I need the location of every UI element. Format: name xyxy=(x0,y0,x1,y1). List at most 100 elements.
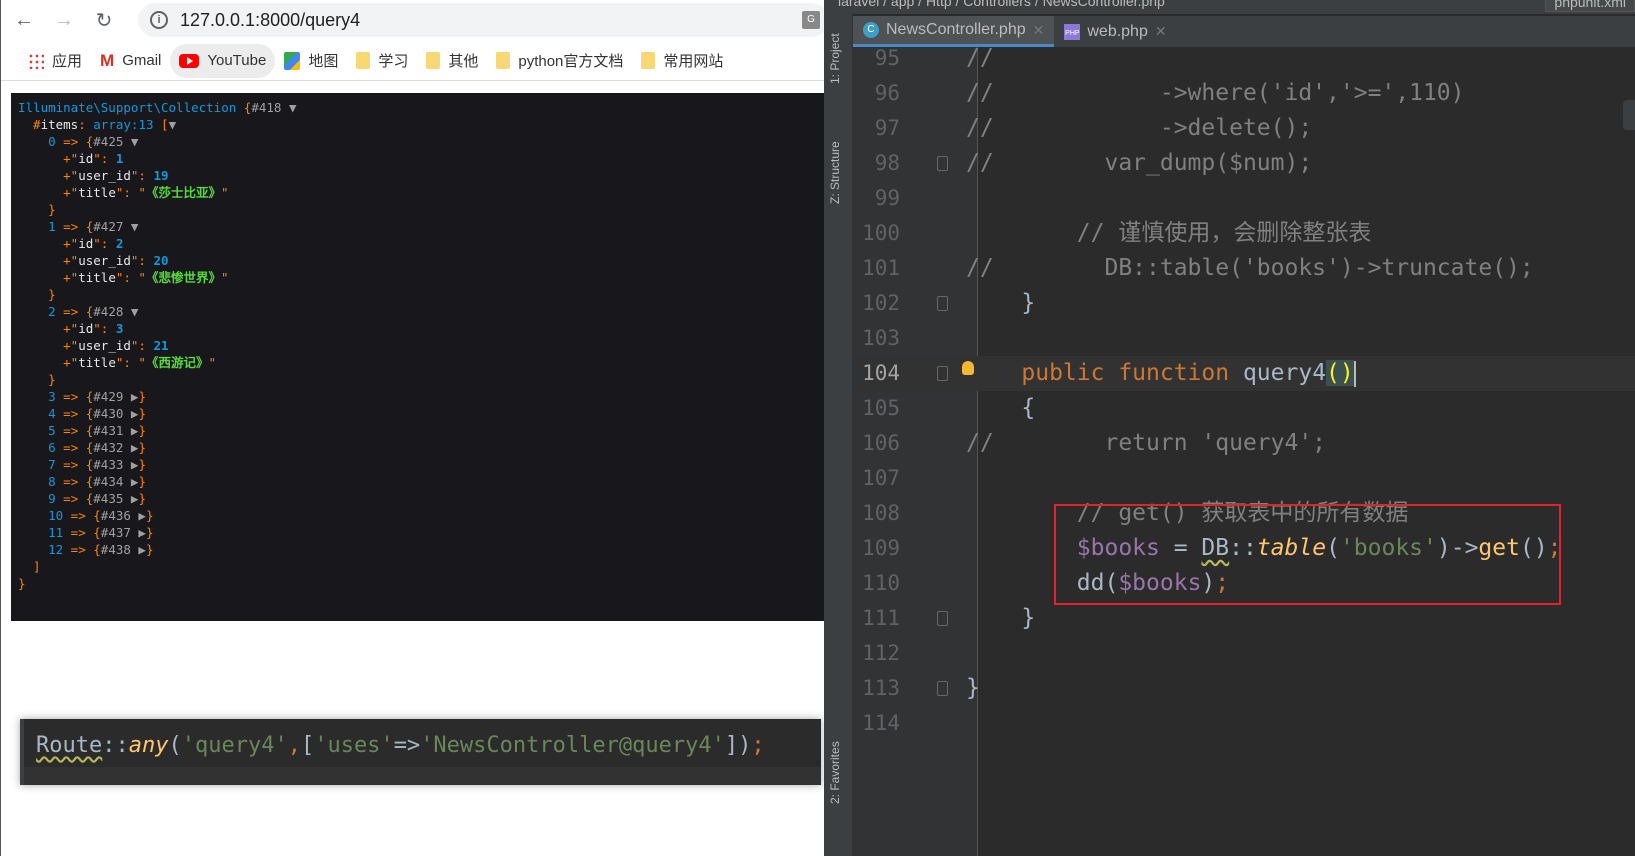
fold-marker-icon[interactable] xyxy=(937,366,948,381)
bookmark-应用[interactable]: 应用 xyxy=(19,44,91,78)
code-token: // DB::table('books')->truncate(); xyxy=(966,255,1534,281)
browser-window: ← → ↻ i 127.0.0.1:8000/query4 G 应用 M Gmail… xyxy=(0,0,828,856)
bookmark-python官方文档[interactable]: python官方文档 xyxy=(487,44,632,78)
favorites-tool-tab[interactable]: 2: Favorites xyxy=(828,741,842,804)
code-token: [ xyxy=(300,733,315,758)
code-token: } xyxy=(966,290,1036,316)
line-number: 106 xyxy=(862,431,900,455)
maps-icon xyxy=(284,51,301,70)
fold-marker-icon[interactable] xyxy=(937,611,948,626)
dump-item[interactable]: 1 => {#427 ▼ xyxy=(18,218,825,235)
bookmark-YouTube[interactable]: YouTube xyxy=(170,43,276,78)
code-token: => xyxy=(393,733,421,758)
project-tool-tab[interactable]: 1: Project xyxy=(828,33,842,84)
url-text[interactable]: 127.0.0.1:8000/query4 xyxy=(180,10,360,31)
folder-icon xyxy=(496,52,511,69)
code-line[interactable]: 111 } xyxy=(853,601,1635,636)
code-line[interactable]: 113} xyxy=(853,671,1635,706)
text-caret xyxy=(1353,360,1356,387)
dump-header[interactable]: Illuminate\Support\Collection {#418 ▼ xyxy=(18,99,825,116)
code-line[interactable]: 103 xyxy=(853,321,1635,356)
code-line[interactable]: 97 // ->delete(); xyxy=(853,111,1635,146)
bookmark-Gmail[interactable]: M Gmail xyxy=(91,44,170,78)
dump-item-collapsed[interactable]: 3 => {#429 ▶} xyxy=(18,388,825,405)
dump-item-collapsed[interactable]: 12 => {#438 ▶} xyxy=(18,541,825,558)
line-number: 97 xyxy=(874,116,900,140)
dump-item-collapsed[interactable]: 8 => {#434 ▶} xyxy=(18,473,825,490)
dump-field: +"id": 3 xyxy=(18,321,124,336)
code-token: 'uses' xyxy=(314,733,394,758)
code-token: 'NewsController@query4' xyxy=(420,733,725,758)
code-token: // xyxy=(966,45,994,71)
dump-item-collapsed[interactable]: 10 => {#436 ▶} xyxy=(18,507,825,524)
bookmark-学习[interactable]: 学习 xyxy=(347,44,417,78)
code-line[interactable]: 95 // xyxy=(853,41,1635,76)
highlight-box xyxy=(1054,504,1561,605)
line-text: // DB::table('books')->truncate(); xyxy=(966,251,1534,286)
dump-items[interactable]: #items: array:13 [▼ xyxy=(18,116,825,133)
dump-field: +"id": 1 xyxy=(18,151,124,166)
dump-item-collapsed[interactable]: 5 => {#431 ▶} xyxy=(18,422,825,439)
code-token: } xyxy=(966,675,980,701)
reload-button[interactable]: ↻ xyxy=(87,3,121,37)
line-number: 103 xyxy=(862,326,900,350)
code-line[interactable]: 102 } xyxy=(853,286,1635,321)
dump-item-collapsed[interactable]: 9 => {#435 ▶} xyxy=(18,490,825,507)
line-text: // var_dump($num); xyxy=(966,146,1312,181)
code-line[interactable]: 98 // var_dump($num); xyxy=(853,146,1635,181)
code-line[interactable]: 101 // DB::table('books')->truncate(); xyxy=(853,251,1635,286)
php-file-icon: PHP xyxy=(1064,23,1081,40)
line-number: 107 xyxy=(862,466,900,490)
code-line[interactable]: 99 xyxy=(853,181,1635,216)
code-line[interactable]: 96 // ->where('id','>=',110) xyxy=(853,76,1635,111)
forward-button[interactable]: → xyxy=(47,3,81,37)
dump-item-collapsed[interactable]: 7 => {#433 ▶} xyxy=(18,456,825,473)
code-token: // var_dump($num); xyxy=(966,150,1313,176)
dump-item[interactable]: 2 => {#428 ▼ xyxy=(18,303,825,320)
code-line[interactable]: 100 // 谨慎使用，会删除整张表 xyxy=(853,216,1635,251)
bookmark-label: python官方文档 xyxy=(518,53,624,70)
code-token: // ->delete(); xyxy=(966,115,1313,141)
dump-field: +"title": "《悲惨世界》" xyxy=(18,270,229,285)
bookmark-label: 学习 xyxy=(378,53,409,70)
breadcrumb[interactable]: laravel / app / Http / Controllers / New… xyxy=(838,0,1165,9)
fold-marker-icon[interactable] xyxy=(937,296,948,311)
bookmark-地图[interactable]: 地图 xyxy=(275,44,347,78)
bookmark-label: 应用 xyxy=(52,53,83,70)
apps-icon xyxy=(28,52,44,69)
collection-dump: Illuminate\Support\Collection {#418 ▼ #i… xyxy=(11,93,825,621)
code-token: , xyxy=(287,733,301,758)
line-number: 95 xyxy=(874,46,900,70)
code-token: 'query4' xyxy=(181,733,288,758)
structure-tool-tab[interactable]: Z: Structure xyxy=(828,141,842,204)
phpunit-tab[interactable]: phpunit.xml xyxy=(1545,0,1635,12)
code-line[interactable]: 107 xyxy=(853,461,1635,496)
fold-marker-icon[interactable] xyxy=(937,681,948,696)
tool-window-strip: 1: Project Z: Structure 2: Favorites xyxy=(824,14,853,856)
dump-close: } xyxy=(18,287,56,302)
dump-field: +"id": 2 xyxy=(18,236,124,251)
address-bar[interactable]: i 127.0.0.1:8000/query4 G xyxy=(138,3,828,37)
code-line[interactable]: 106 // return 'query4'; xyxy=(853,426,1635,461)
close-icon[interactable]: ✕ xyxy=(1033,22,1045,39)
back-button[interactable]: ← xyxy=(7,3,41,37)
browser-preview-icon[interactable] xyxy=(1623,100,1635,130)
translate-icon[interactable]: G xyxy=(802,11,820,29)
dump-item[interactable]: 0 => {#425 ▼ xyxy=(18,133,825,150)
close-icon[interactable]: ✕ xyxy=(1155,23,1167,40)
info-icon[interactable]: i xyxy=(150,11,168,29)
bookmark-其他[interactable]: 其他 xyxy=(417,44,487,78)
fold-marker-icon[interactable] xyxy=(937,156,948,171)
dump-item-collapsed[interactable]: 4 => {#430 ▶} xyxy=(18,405,825,422)
dump-item-collapsed[interactable]: 11 => {#437 ▶} xyxy=(18,524,825,541)
code-line[interactable]: 114 xyxy=(853,706,1635,741)
bookmark-常用网站[interactable]: 常用网站 xyxy=(632,44,732,78)
code-line[interactable]: 112 xyxy=(853,636,1635,671)
code-line[interactable]: 104 public function query4() xyxy=(853,356,1635,391)
line-text: // ->delete(); xyxy=(966,111,1312,146)
dump-item-collapsed[interactable]: 6 => {#432 ▶} xyxy=(18,439,825,456)
dump-field: +"user_id": 21 xyxy=(18,338,169,353)
code-line[interactable]: 105 { xyxy=(853,391,1635,426)
line-number: 111 xyxy=(862,606,900,630)
code-editor[interactable]: 95 // 96 // ->where('id','>=',110) 97 // ->de… xyxy=(853,45,1635,856)
